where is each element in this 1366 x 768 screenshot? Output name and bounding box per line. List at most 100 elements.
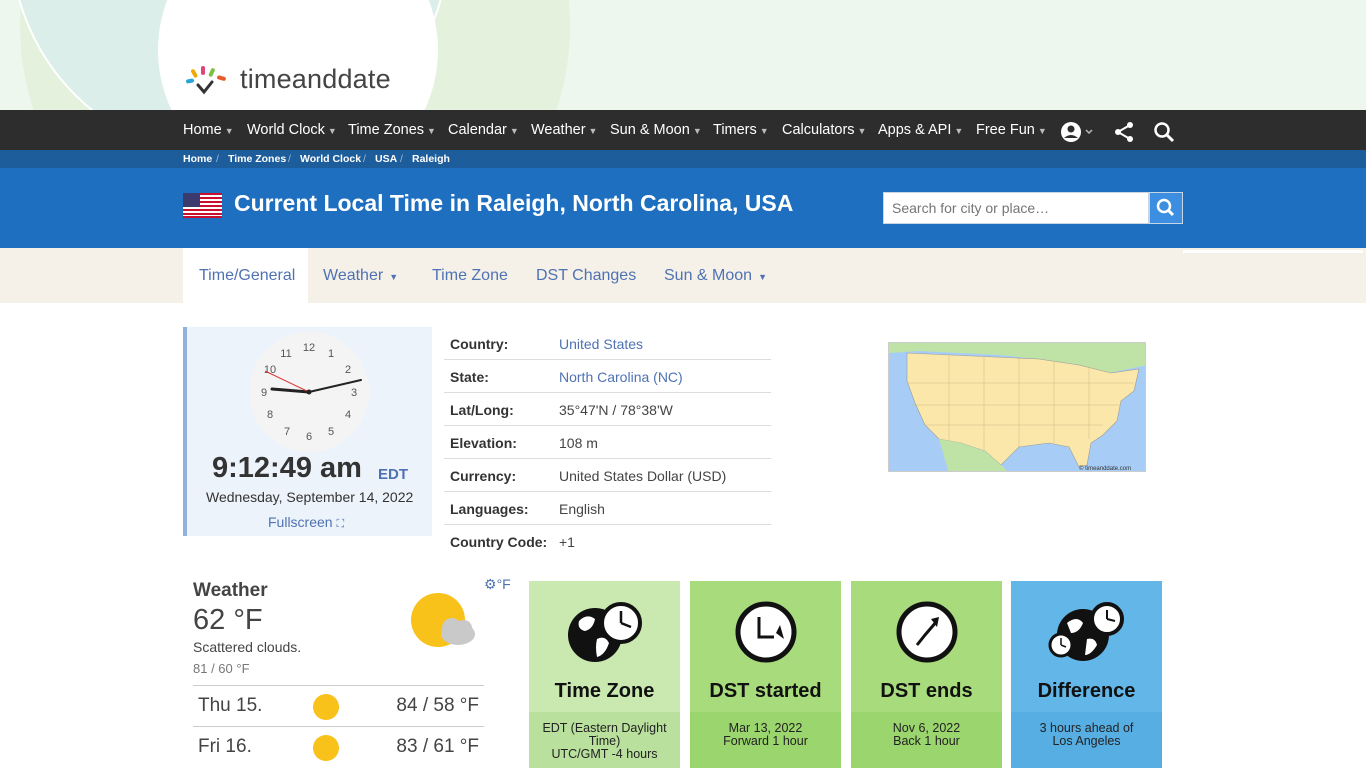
card-title: DST started [709, 680, 822, 702]
nav-home[interactable]: Home ▼ [183, 110, 234, 150]
row-key: Lat/Long: [450, 402, 514, 418]
clock-number: 12 [303, 342, 315, 354]
difference-card[interactable]: Difference 3 hours ahead of Los Angeles [1011, 581, 1162, 768]
us-flag-icon [183, 193, 222, 218]
card-title: DST ends [880, 680, 973, 702]
nav-free-fun[interactable]: Free Fun ▼ [976, 110, 1047, 150]
site-logo[interactable]: timeanddate [184, 64, 391, 95]
table-row: Languages: English [444, 492, 771, 525]
state-link[interactable]: North Carolina (NC) [559, 369, 683, 385]
clock-number: 1 [328, 348, 334, 360]
table-row: State: North Carolina (NC) [444, 360, 771, 393]
chevron-down-icon: ▼ [1037, 126, 1047, 136]
breadcrumb-separator: / [288, 153, 291, 165]
breadcrumb-world-clock[interactable]: World Clock [300, 153, 361, 165]
card-detail: Mar 13, 2022 Forward 1 hour [690, 712, 841, 768]
row-key: Country Code: [450, 534, 548, 550]
weather-description: Scattered clouds. [193, 639, 302, 655]
tab-label: Time/General [199, 267, 296, 284]
table-row: Elevation: 108 m [444, 426, 771, 459]
tab-label: Weather [323, 267, 384, 284]
tab-label: Sun & Moon [664, 267, 753, 284]
card-detail: EDT (Eastern Daylight Time) UTC/GMT -4 ho… [529, 712, 680, 768]
fullscreen-link[interactable]: Fullscreen ⛶ [268, 514, 344, 531]
forecast-temps: 83 / 61 °F [396, 736, 479, 757]
clock-number: 5 [328, 426, 334, 438]
map-credit: © timeanddate.com [1079, 465, 1131, 472]
card-detail: Nov 6, 2022 Back 1 hour [851, 712, 1002, 768]
current-date: Wednesday, September 14, 2022 [206, 489, 414, 505]
forecast-row: Thu 15. 84 / 58 °F [193, 685, 484, 726]
nav-timers[interactable]: Timers ▼ [713, 110, 769, 150]
partly-cloudy-icon [411, 593, 475, 647]
card-line: UTC/GMT -4 hours [551, 747, 658, 761]
nav-label: Calendar [448, 122, 507, 138]
table-row: Currency: United States Dollar (USD) [444, 459, 771, 492]
fullscreen-label: Fullscreen [268, 514, 333, 530]
search-submit-button[interactable] [1149, 192, 1183, 224]
clock-number: 10 [264, 364, 276, 376]
table-row: Country: United States [444, 327, 771, 360]
tab-sun-moon[interactable]: Sun & Moon ▼ [664, 248, 767, 303]
nav-weather[interactable]: Weather ▼ [531, 110, 597, 150]
card-title: Time Zone [554, 680, 655, 702]
nav-calendar[interactable]: Calendar ▼ [448, 110, 519, 150]
dst-started-card[interactable]: DST started Mar 13, 2022 Forward 1 hour [690, 581, 841, 768]
breadcrumb-usa[interactable]: USA [375, 153, 397, 165]
search-icon [1154, 122, 1175, 143]
chevron-down-icon: ▼ [327, 126, 337, 136]
nav-label: Sun & Moon [610, 122, 690, 138]
clock-number: 9 [261, 387, 267, 399]
breadcrumb-time-zones[interactable]: Time Zones [228, 153, 286, 165]
account-button[interactable] [1060, 119, 1094, 142]
sunny-icon [313, 735, 339, 761]
row-value: 108 m [559, 435, 598, 451]
card-title: Difference [1037, 680, 1136, 702]
clock-number: 7 [284, 426, 290, 438]
nav-calculators[interactable]: Calculators ▼ [782, 110, 866, 150]
row-key: Elevation: [450, 435, 517, 451]
card-line: Forward 1 hour [723, 734, 808, 748]
user-icon [1061, 122, 1093, 142]
table-row: Lat/Long: 35°47'N / 78°38'W [444, 393, 771, 426]
search-input[interactable] [883, 192, 1149, 224]
nav-time-zones[interactable]: Time Zones ▼ [348, 110, 436, 150]
nav-label: Apps & API [878, 122, 952, 138]
nav-sun-moon[interactable]: Sun & Moon ▼ [610, 110, 702, 150]
unit-settings-button[interactable]: ⚙°F [484, 576, 511, 593]
share-button[interactable] [1113, 119, 1135, 142]
nav-apps-api[interactable]: Apps & API ▼ [878, 110, 963, 150]
dst-ends-card[interactable]: DST ends Nov 6, 2022 Back 1 hour [851, 581, 1002, 768]
country-link[interactable]: United States [559, 336, 643, 352]
nav-world-clock[interactable]: World Clock ▼ [247, 110, 337, 150]
logo-icon [186, 65, 226, 94]
sunny-icon [313, 694, 339, 720]
tab-weather[interactable]: Weather ▼ [323, 248, 398, 303]
breadcrumb-home[interactable]: Home [183, 153, 212, 165]
clock-number: 8 [267, 409, 273, 421]
usa-map-image: © timeanddate.com [889, 343, 1145, 472]
card-line: Back 1 hour [893, 734, 960, 748]
chevron-down-icon: ▼ [857, 126, 867, 136]
row-key: State: [450, 369, 489, 385]
breadcrumb-separator: / [400, 153, 403, 165]
breadcrumb-raleigh: Raleigh [412, 153, 450, 165]
tab-label: Time Zone [432, 267, 508, 284]
tab-time-zone[interactable]: Time Zone [432, 248, 508, 303]
page-title: Current Local Time in Raleigh, North Car… [234, 190, 794, 216]
location-map[interactable]: © timeanddate.com [888, 342, 1146, 472]
nav-label: Timers [713, 122, 757, 138]
search-button[interactable] [1153, 119, 1175, 143]
time-zone-card[interactable]: Time Zone EDT (Eastern Daylight Time) UTC… [529, 581, 680, 768]
row-value: 35°47'N / 78°38'W [559, 402, 673, 418]
clock-forward-icon [735, 601, 797, 663]
clock-number: 3 [351, 387, 357, 399]
card-line: Los Angeles [1052, 734, 1121, 748]
tab-dst-changes[interactable]: DST Changes [536, 248, 636, 303]
clock-number: 4 [345, 409, 351, 421]
weather-heading: Weather [193, 580, 268, 601]
chevron-down-icon: ▼ [509, 126, 519, 136]
nav-label: Free Fun [976, 122, 1035, 138]
tab-time-general[interactable]: Time/General [183, 248, 308, 303]
timezone-abbr-link[interactable]: EDT [378, 466, 408, 483]
